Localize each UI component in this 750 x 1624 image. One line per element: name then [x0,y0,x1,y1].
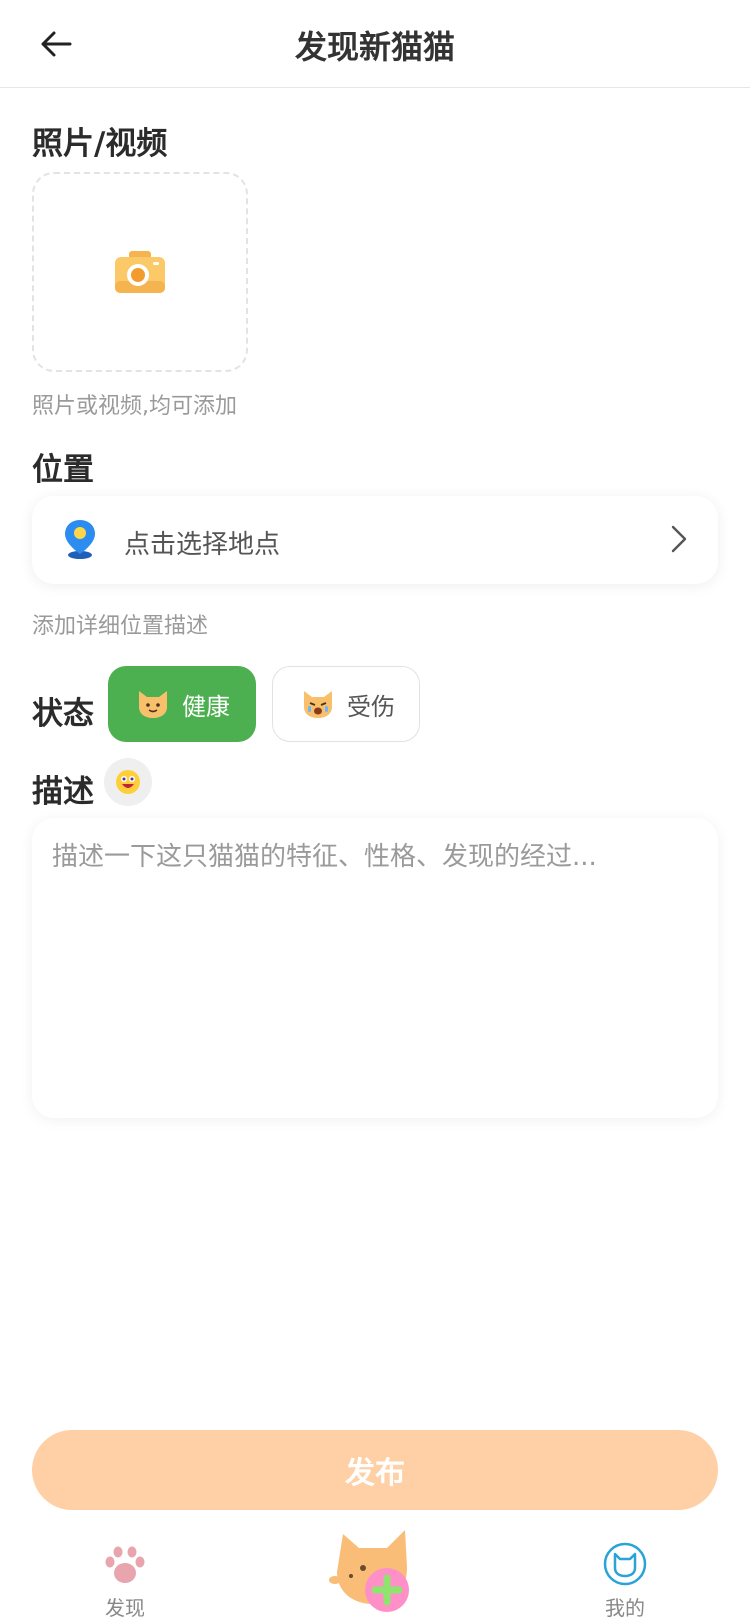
status-option-injured[interactable]: 受伤 [272,666,420,742]
happy-cat-icon [139,691,167,718]
description-textarea[interactable] [32,818,718,1118]
tab-discover[interactable]: 发现 [65,1520,185,1624]
status-option-healthy[interactable]: 健康 [108,666,256,742]
status-label: 状态 [32,696,94,732]
photo-hint: 照片或视频,均可添加 [32,394,237,419]
location-section-title: 位置 [32,452,94,488]
paw-icon [105,1546,145,1583]
grinning-emoji-icon [116,770,140,794]
location-picker[interactable]: 点击选择地点 [32,496,718,584]
cat-face-icon [603,1542,647,1586]
cat-add-icon [329,1530,409,1612]
description-label: 描述 [32,774,94,810]
bottom-tab-bar: 发现 我的 [0,1520,750,1624]
location-placeholder: 点击选择地点 [124,530,281,560]
status-option-healthy-label: 健康 [182,692,230,721]
page-title: 发现新猫猫 [294,28,455,66]
location-detail-link[interactable]: 添加详细位置描述 [32,608,208,640]
tab-mine-label: 我的 [605,1596,645,1620]
camera-icon [115,251,165,293]
chevron-right-icon [671,525,687,553]
publish-button[interactable]: 发布 [32,1430,718,1510]
add-cat-button[interactable] [325,1520,435,1624]
crying-cat-icon [304,691,332,718]
photo-upload-button[interactable] [32,172,248,372]
emoji-button[interactable] [104,758,152,806]
photo-section-title: 照片/视频 [32,126,168,162]
location-pin-icon [65,520,95,559]
tab-mine[interactable]: 我的 [565,1520,685,1624]
status-option-injured-label: 受伤 [347,692,395,721]
top-nav-bar: 发现新猫猫 [0,0,750,88]
tab-discover-label: 发现 [105,1596,145,1620]
